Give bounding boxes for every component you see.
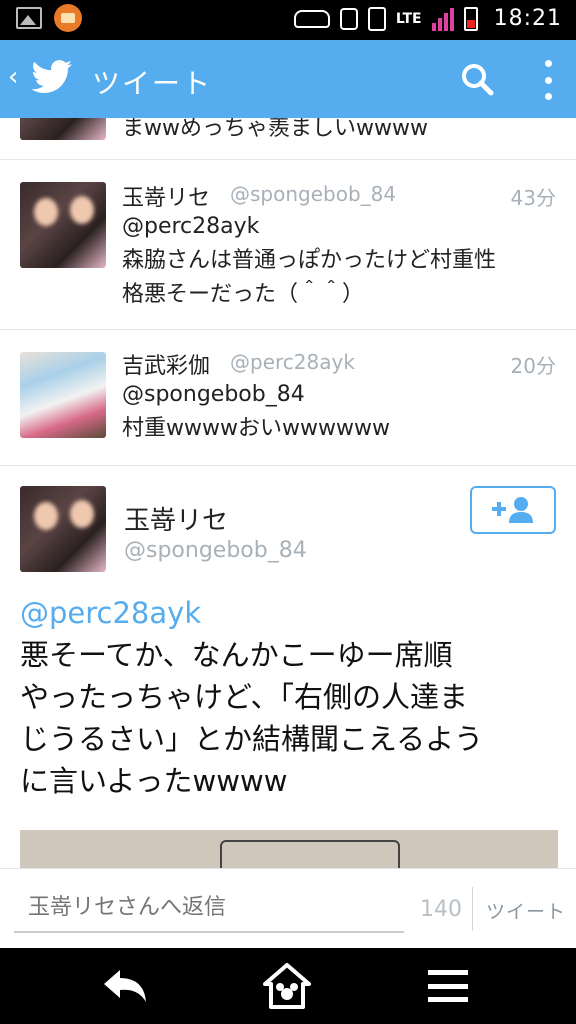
menu-icon[interactable] <box>428 970 468 1002</box>
twitter-bird-icon[interactable] <box>30 58 74 98</box>
tweet-item[interactable]: 玉嵜リセ @spongebob_84 43分 @perc28ayk 森脇さんは普… <box>0 160 576 330</box>
tweet-author-name: 玉嵜リセ <box>122 186 211 211</box>
signal-icon <box>431 7 454 31</box>
back-icon[interactable] <box>100 966 150 1006</box>
gallery-icon <box>16 7 42 29</box>
detail-line: やったっちゃけど、「右側の人達ま <box>20 680 469 714</box>
detail-author-handle[interactable]: @spongebob_84 <box>124 538 307 563</box>
battery-icon <box>463 6 478 31</box>
detail-author-name[interactable]: 玉嵜リセ <box>124 500 228 537</box>
tweet-line: 森脇さんは普通っぽかったけど村重性 <box>122 248 497 273</box>
reply-input[interactable] <box>14 883 404 933</box>
add-user-icon <box>492 497 533 523</box>
vibrate-icon <box>367 6 386 31</box>
folder-icon <box>54 4 82 32</box>
tweet-author-handle: @spongebob_84 <box>230 182 397 206</box>
tweet-text: @perc28ayk 森脇さんは普通っぽかったけど村重性 格悪そーだった（＾＾） <box>122 210 560 312</box>
divider <box>472 887 473 931</box>
overflow-menu-icon[interactable] <box>540 60 556 100</box>
car-icon <box>293 9 330 28</box>
tweet-mention[interactable]: @spongebob_84 <box>122 378 560 412</box>
avatar[interactable] <box>20 118 106 140</box>
home-icon[interactable] <box>262 962 312 1010</box>
avatar[interactable] <box>20 352 106 438</box>
avatar[interactable] <box>20 486 106 572</box>
tweet-partial[interactable]: まwwめっちゃ羨ましいwwww <box>0 118 576 160</box>
tweet-detail: 玉嵜リセ @spongebob_84 @perc28ayk 悪そーてか、なんかこ… <box>0 466 576 868</box>
character-count: 140 <box>420 897 462 922</box>
back-chevron-icon[interactable]: ‹ <box>8 62 18 92</box>
detail-text: @perc28ayk 悪そーてか、なんかこーゆー席順 やったっちゃけど、「右側の… <box>20 592 560 802</box>
status-bar: LTE 18:21 <box>0 0 576 40</box>
detail-line: 悪そーてか、なんかこーゆー席順 <box>20 638 453 672</box>
attached-photo[interactable] <box>20 830 558 868</box>
tweet-text: @spongebob_84 村重wwwwおいwwwwww <box>122 378 560 446</box>
follow-button[interactable] <box>470 486 556 534</box>
reply-bar: 140 ツイート <box>0 868 576 948</box>
network-type: LTE <box>395 10 422 27</box>
search-icon[interactable] <box>460 62 494 96</box>
page-title: ツイート <box>92 67 213 100</box>
clock: 18:21 <box>493 6 562 31</box>
avatar[interactable] <box>20 182 106 268</box>
tweet-line: 格悪そーだった（＾＾） <box>122 282 365 307</box>
timeline: まwwめっちゃ羨ましいwwww 玉嵜リセ @spongebob_84 43分 @… <box>0 118 576 868</box>
tweet-timestamp: 20分 <box>510 354 556 378</box>
alarm-icon <box>339 7 358 30</box>
detail-line: じうるさい」とか結構聞こえるよう <box>20 722 484 756</box>
tweet-button[interactable]: ツイート <box>486 897 566 924</box>
tweet-mention[interactable]: @perc28ayk <box>122 210 560 244</box>
tweet-item[interactable]: 吉武彩伽 @perc28ayk 20分 @spongebob_84 村重wwww… <box>0 330 576 466</box>
tweet-author-name: 吉武彩伽 <box>122 354 211 379</box>
action-bar: ‹ ツイート <box>0 40 576 118</box>
detail-mention[interactable]: @perc28ayk <box>20 592 560 634</box>
tweet-line: 村重wwwwおいwwwwww <box>122 416 390 441</box>
tweet-text: まwwめっちゃ羨ましいwwww <box>122 118 428 141</box>
navigation-bar <box>0 948 576 1024</box>
tweet-timestamp: 43分 <box>510 186 556 210</box>
detail-line: に言いよったwwww <box>20 764 288 798</box>
tweet-author-handle: @perc28ayk <box>230 350 355 374</box>
